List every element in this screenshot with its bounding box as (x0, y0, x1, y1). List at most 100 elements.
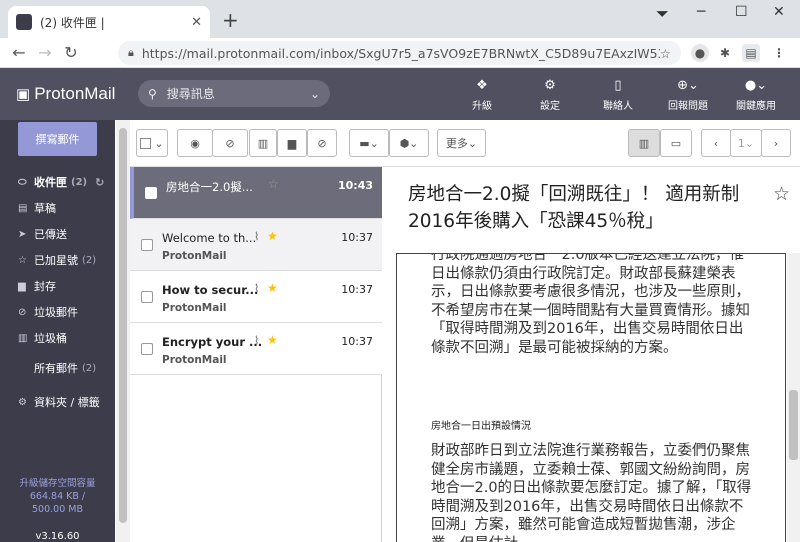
profile-avatar-icon[interactable]: ● (691, 44, 709, 62)
minimize-button[interactable]: ─ (697, 4, 705, 20)
star-icon[interactable]: ★ (267, 281, 278, 295)
protonmail-favicon-icon (16, 14, 32, 30)
previous-page-button[interactable]: ‹ (701, 129, 731, 157)
sidebar-item-label: 所有郵件 (34, 362, 78, 375)
message-paragraph: 行政院通過房地合一2.0版本已經送達立法院，惟日出條款仍須由行政院訂定。財政部長… (431, 253, 750, 356)
sidebar-item-trash[interactable]: ▥ 垃圾桶 (0, 328, 115, 348)
logo-text: ProtonMail (34, 84, 116, 103)
sidebar-item-label: 已傳送 (34, 228, 67, 241)
message-checkbox[interactable] (141, 291, 153, 303)
spam-button[interactable]: ⊘ (307, 129, 337, 157)
refresh-icon[interactable]: ↻ (95, 176, 104, 189)
upgrade-icon: ❖ (476, 78, 488, 93)
archive-button[interactable]: ▆ (277, 129, 307, 157)
forward-icon[interactable]: → (32, 43, 58, 62)
nav-settings[interactable]: ⚙ 設定 (520, 78, 580, 112)
star-icon[interactable]: ★ (267, 229, 278, 243)
menu-icon[interactable]: ⋮ (770, 44, 788, 62)
message-paragraph: 財政部昨日到立法院進行業務報告，立委們仍聚焦健全房市議題，立委賴士葆、郭國文紛紛… (431, 443, 752, 542)
sidebar-item-label: 草稿 (34, 202, 56, 215)
protonmail-logo[interactable]: ▣ ProtonMail (16, 84, 115, 104)
next-page-button[interactable]: › (761, 129, 791, 157)
version-label: v3.16.60 (35, 531, 80, 542)
sidebar-item-sent[interactable]: ➤ 已傳送 (0, 224, 115, 244)
move-to-folder-button[interactable]: ▬⌄ (349, 129, 389, 157)
url-text: https://mail.protonmail.com/inbox/SxgU7r… (141, 45, 660, 61)
page-selector[interactable]: 1 ⌄ (730, 129, 762, 157)
browser-toolbar: ← → ↻ 🔒︎ https://mail.protonmail.com/inb… (0, 38, 800, 68)
sidebar-scrollbar-thumb[interactable] (119, 128, 127, 523)
search-input[interactable]: ⚲ 搜尋訊息 ⌄ (138, 80, 330, 107)
archive-icon: ▆ (18, 280, 26, 292)
tab-search-icon[interactable]: ⏷ (656, 4, 669, 24)
message-row[interactable]: 房地合一2.0擬... ☆ 10:43 (130, 167, 382, 219)
nav-upgrade[interactable]: ❖ 升級 (452, 78, 512, 112)
settings-icon: ⚙ (544, 78, 556, 93)
chevron-down-icon[interactable]: ⌄ (310, 87, 320, 101)
message-sender: ProtonMail (162, 250, 227, 262)
message-checkbox[interactable] (141, 343, 153, 355)
message-checkbox[interactable] (145, 187, 157, 199)
page-number: 1 (737, 136, 745, 150)
drafts-icon: ▤ (18, 202, 28, 214)
maximize-button[interactable]: ☐ (735, 4, 748, 20)
mark-unread-button[interactable]: ⊘ (212, 129, 248, 157)
attachment-icon: ⌇ (254, 334, 260, 347)
sidebar-item-all-mail[interactable]: 所有郵件 (2) (0, 358, 115, 378)
protonmail-header: ▣ ProtonMail ⚲ 搜尋訊息 ⌄ ❖ 升級 ⚙ 設定 ▯ 聯絡人 ⊕⌄ 回報問… (0, 68, 800, 120)
window-close-button[interactable]: ✕ (773, 4, 785, 20)
bookmark-star-icon[interactable]: ☆ (660, 46, 671, 61)
sidebar-item-inbox[interactable]: ⬭ 收件匣 (2) ↻ (0, 172, 115, 192)
message-row[interactable]: Welcome to th... ⌇ ★ 10:37 ProtonMail (130, 219, 382, 271)
star-icon[interactable]: ☆ (773, 183, 790, 205)
close-tab-icon[interactable]: ✕ (191, 15, 202, 30)
sidebar-item-label: 已加星號 (34, 254, 78, 267)
compose-button[interactable]: 撰寫郵件 (18, 122, 97, 156)
back-icon[interactable]: ← (6, 43, 32, 62)
reader-scrollbar-thumb[interactable] (789, 390, 798, 460)
nav-report-bug[interactable]: ⊕⌄ 回報問題 (658, 78, 718, 112)
star-icon[interactable]: ☆ (268, 177, 279, 191)
message-checkbox[interactable] (141, 239, 153, 251)
more-button[interactable]: 更多 ⌄ (437, 129, 486, 157)
trash-button[interactable]: ▥ (249, 129, 277, 157)
eye-slash-icon: ⊘ (225, 136, 235, 150)
nav-account[interactable]: ●⌄ 關鍵應用 (726, 78, 786, 112)
sidebar-item-drafts[interactable]: ▤ 草稿 (0, 198, 115, 218)
column-layout-button[interactable]: ▥ (628, 129, 660, 157)
row-layout-button[interactable]: ▭ (660, 129, 692, 157)
message-row[interactable]: Encrypt your ... ⌇ ★ 10:37 ProtonMail (130, 323, 382, 375)
nav-contacts[interactable]: ▯ 聯絡人 (588, 78, 648, 112)
tab-title: (2) 收件匣 | (40, 15, 105, 30)
sidebar-item-label: 垃圾郵件 (34, 306, 78, 319)
label-button[interactable]: ⬢⌄ (389, 129, 429, 157)
sidebar: 撰寫郵件 ⬭ 收件匣 (2) ↻ ▤ 草稿 ➤ 已傳送 ☆ 已加星號 (2) ▆ 封存 ⊘ 垃圾郵… (0, 120, 115, 542)
search-placeholder: 搜尋訊息 (166, 87, 215, 101)
reload-icon[interactable]: ↻ (58, 43, 84, 62)
mark-read-button[interactable]: ◉ (177, 129, 213, 157)
star-icon[interactable]: ★ (267, 333, 278, 347)
extensions-icon[interactable]: ✱ (716, 44, 734, 62)
sidebar-item-count: (2) (82, 254, 97, 266)
trash-icon: ▥ (18, 332, 28, 344)
eye-icon: ◉ (190, 136, 200, 150)
message-subheading: 房地合一日出預設情況 (431, 421, 531, 432)
sidebar-item-starred[interactable]: ☆ 已加星號 (2) (0, 250, 115, 270)
select-all-dropdown[interactable]: ⌄ (136, 129, 168, 157)
storage-info[interactable]: 升級儲存空間容量 664.84 KB / 500.00 MB (0, 477, 115, 516)
sidebar-item-archive[interactable]: ▆ 封存 (0, 276, 115, 296)
tag-icon: ⬢⌄ (399, 136, 419, 150)
nav-label: 升級 (472, 101, 492, 112)
account-icon: ●⌄ (744, 78, 768, 93)
browser-tab[interactable]: (2) 收件匣 | ✕ (8, 6, 210, 38)
message-list: 房地合一2.0擬... ☆ 10:43 Welcome to th... ⌇ ★… (130, 167, 382, 542)
message-row[interactable]: How to secur... ⌇ ★ 10:37 ProtonMail (130, 271, 382, 323)
storage-upgrade-link[interactable]: 升級儲存空間容量 (0, 477, 115, 490)
nav-label: 設定 (540, 101, 560, 112)
sidebar-item-spam[interactable]: ⊘ 垃圾郵件 (0, 302, 115, 322)
new-tab-button[interactable]: + (222, 8, 239, 32)
attachment-icon: ⌇ (254, 230, 260, 243)
address-bar[interactable]: 🔒︎ https://mail.protonmail.com/inbox/Sxg… (118, 41, 681, 65)
sidebar-item-folders-labels[interactable]: ⚙ 資料夾 / 標籤 (0, 392, 115, 412)
extension-icon[interactable]: ▤ (742, 44, 760, 62)
